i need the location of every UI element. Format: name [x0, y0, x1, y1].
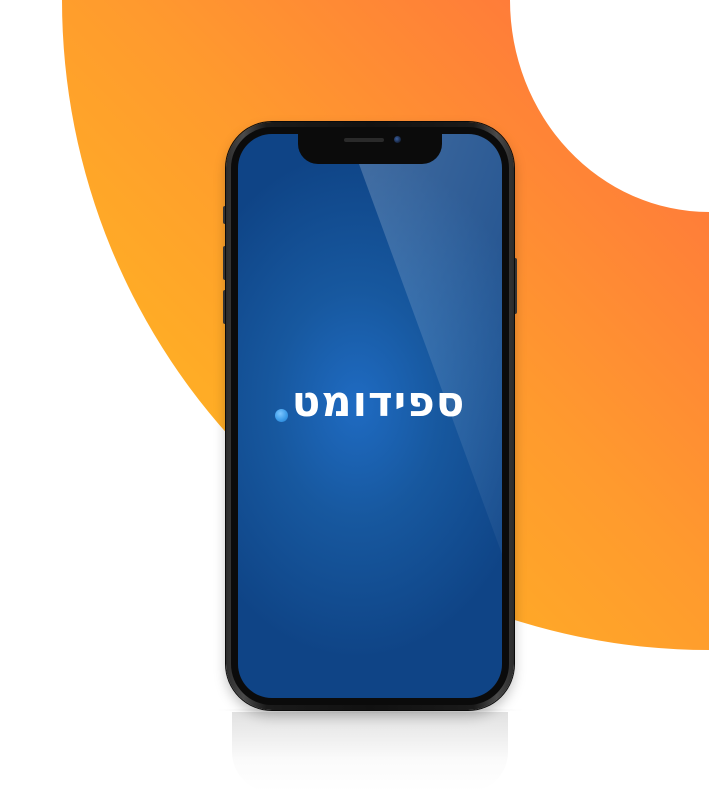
- front-camera-icon: [394, 136, 401, 143]
- phone-screen: ספידומט: [238, 134, 502, 698]
- brand-logo-text: ספידומט: [291, 377, 466, 426]
- marketing-stage: ספידומט: [0, 0, 709, 806]
- phone-reflection: [232, 712, 508, 792]
- smartphone: ספידומט: [226, 122, 514, 710]
- phone-notch: [298, 134, 442, 164]
- blue-dot-icon: [274, 408, 288, 422]
- earpiece-speaker: [344, 138, 384, 142]
- brand-logo: ספידומט: [238, 372, 502, 432]
